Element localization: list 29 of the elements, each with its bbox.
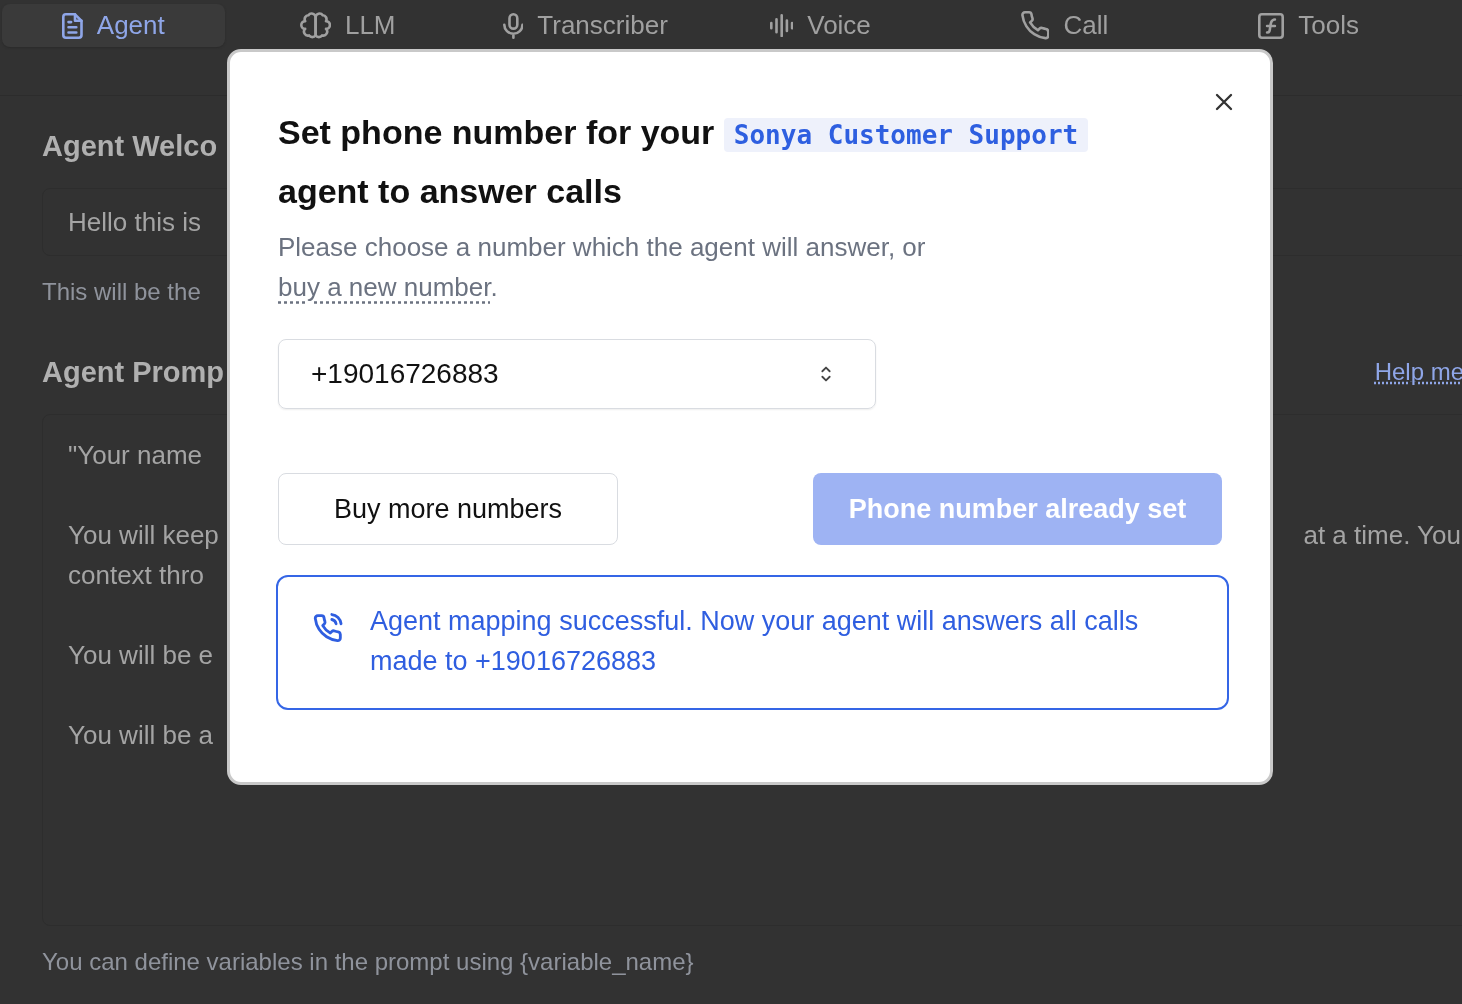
alert-message: Agent mapping successful. Now your agent will answers all calls made to +19016726883 — [370, 605, 1140, 678]
dialog-description: Please choose a number which the agent will answer, or buy a new number. — [278, 231, 927, 304]
buy-numbers-button[interactable]: Buy more numbers — [278, 473, 618, 545]
phone-icon — [1020, 11, 1050, 40]
microphone-icon — [502, 12, 524, 39]
prompt-text: "Your name — [68, 439, 203, 472]
dialog-title: Set phone number for your Sonya Customer Support agent to answer calls — [278, 104, 1222, 219]
tab[interactable]: LLM — [299, 4, 396, 47]
prompt-text: You will keep — [68, 519, 219, 552]
document-icon — [62, 12, 83, 39]
phone-number-select[interactable]: +19016726883 — [278, 339, 876, 409]
helper-text: This will be the — [42, 278, 201, 306]
section-heading: Agent Promp — [42, 355, 225, 390]
waveform-icon — [769, 13, 794, 38]
tab[interactable]: Voice — [769, 4, 871, 47]
tab[interactable]: Tools — [1258, 4, 1359, 47]
tab[interactable]: Call — [1020, 4, 1109, 47]
prompt-text: You will be a — [68, 719, 214, 752]
prompt-text: context thro — [68, 559, 204, 592]
brain-icon — [299, 11, 331, 40]
tab[interactable]: Agent — [2, 4, 225, 47]
buy-number-link[interactable]: buy a new number — [278, 272, 491, 302]
prompt-text: You will be e — [68, 639, 214, 672]
section-heading: Agent Welco — [42, 129, 218, 164]
field-text: Hello this is — [68, 206, 201, 238]
helper-text: You can define variables in the prompt using {variable_name} — [42, 948, 694, 976]
function-icon — [1258, 12, 1285, 39]
tab[interactable]: Transcriber — [502, 4, 668, 47]
prompt-text: at a time. You — [1303, 519, 1461, 552]
